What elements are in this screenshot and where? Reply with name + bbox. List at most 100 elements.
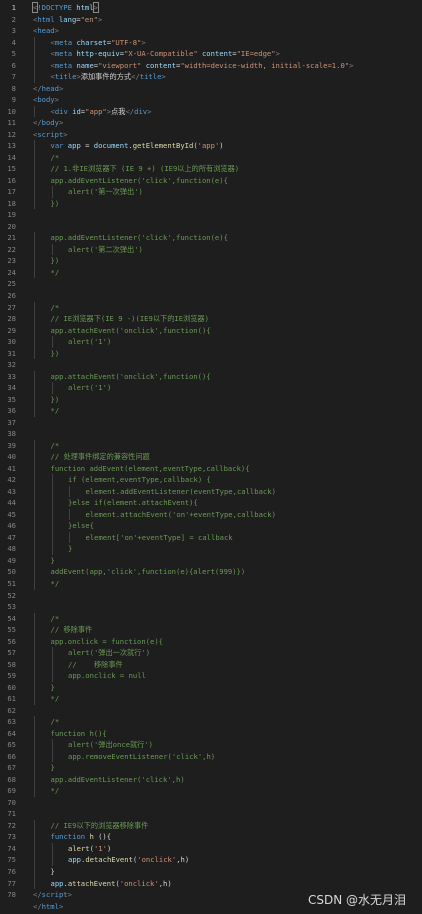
code-line[interactable]: 45 element.attachEvent('on'+eventType,cal…	[0, 508, 422, 521]
indent-guide	[51, 531, 53, 544]
code-editor[interactable]: 1 <!DOCTYPE html> 2 <html lang="en"> 3 <head>…	[0, 0, 422, 914]
code-line[interactable]: 54 /*	[0, 612, 422, 625]
code-line[interactable]: 57 alert('弹出一次就行')	[0, 647, 422, 659]
code-line[interactable]: 8 </head>	[0, 83, 422, 95]
code-line[interactable]: 34 alert('1')	[0, 382, 422, 394]
code-line[interactable]: 48}	[0, 543, 422, 555]
indent-guide	[51, 186, 53, 198]
code-line[interactable]: 36 */	[0, 405, 422, 417]
code-line[interactable]: 11 </body>	[0, 117, 422, 129]
code-line[interactable]: 27 /*	[0, 301, 422, 314]
code-line[interactable]: 74 alert('1')	[0, 842, 422, 855]
code-line[interactable]: 42 if (element,eventType,callback) {	[0, 474, 422, 486]
code-line[interactable]: 44}else if(element.attachEvent){	[0, 497, 422, 509]
code-line[interactable]: 38	[0, 428, 422, 440]
code-line[interactable]: 50 addEvent(app,'click',function(e){alert…	[0, 566, 422, 578]
code-line[interactable]: 21 app.addEventListener('click',function(…	[0, 232, 422, 244]
code-line[interactable]: 53	[0, 601, 422, 613]
code-line[interactable]: 22 alert('第二次弹出')	[0, 243, 422, 256]
code-token: var	[50, 141, 64, 151]
code-line[interactable]: 72 // IE9以下的浏览器移除事件	[0, 819, 422, 832]
code-line[interactable]: 18})	[0, 197, 422, 210]
code-line[interactable]: 56 app.onclick = function(e){	[0, 635, 422, 648]
code-line[interactable]: 25	[0, 278, 422, 290]
code-line[interactable]: 15 // 1.非IE浏览器下 (IE 9 +) (IE9以上的所有浏览器)	[0, 163, 422, 175]
code-line[interactable]: 30 alert('1')	[0, 336, 422, 348]
code-line[interactable]: 52	[0, 590, 422, 602]
line-number: 12	[7, 129, 16, 139]
code-token: </	[33, 83, 42, 93]
code-line[interactable]: 20	[0, 221, 422, 233]
code-line[interactable]: 68 app.addEventListener('click',h)	[0, 773, 422, 786]
code-line[interactable]: 32	[0, 359, 422, 371]
code-line[interactable]: 19	[0, 209, 422, 221]
indent-guide	[51, 474, 53, 486]
code-text: <div id="app">点我</div>	[51, 106, 152, 118]
code-line[interactable]: 31})	[0, 347, 422, 360]
code-line[interactable]: 37	[0, 417, 422, 429]
code-text: <meta http-equiv="X-UA-Compatible" conte…	[51, 48, 280, 60]
code-line[interactable]: 62	[0, 705, 422, 717]
code-line[interactable]: 51 */	[0, 578, 422, 590]
indent-guide	[34, 670, 35, 682]
code-line[interactable]: 67}	[0, 762, 422, 774]
code-line[interactable]: 23})	[0, 255, 422, 267]
code-token: }else{	[68, 521, 94, 531]
code-line[interactable]: 17 alert('第一次弹出')	[0, 186, 422, 198]
code-line[interactable]: 9 <body>	[0, 94, 422, 106]
code-line[interactable]: 66 app.removeEventListener('click',h)	[0, 750, 422, 763]
code-line[interactable]: 63 /*	[0, 716, 422, 728]
code-line[interactable]: 6 <meta name="viewport" content="width=de…	[0, 59, 422, 72]
code-line[interactable]: 3 <head>	[0, 25, 422, 37]
code-line[interactable]: 64 function h(){	[0, 727, 422, 740]
code-line[interactable]: 77 app.attachEvent('onclick',h)	[0, 877, 422, 890]
code-line[interactable]: 40 // 处理事件绑定的兼容性问题	[0, 451, 422, 463]
code-line[interactable]: 29 app.attachEvent('onclick',function(){	[0, 324, 422, 337]
code-line[interactable]: 58 // 移除事件	[0, 658, 422, 671]
code-token: >	[161, 72, 166, 82]
code-line[interactable]: 47 element['on'+eventType] = callback	[0, 531, 422, 544]
code-line[interactable]: 71	[0, 808, 422, 820]
code-line[interactable]: 43 element.addEventListener(eventType,cal…	[0, 485, 422, 498]
code-line[interactable]: 26	[0, 290, 422, 302]
code-line[interactable]: 10 <div id="app">点我</div>	[0, 105, 422, 118]
code-line[interactable]: 55 // 移除事件	[0, 624, 422, 636]
code-line[interactable]: 76}	[0, 866, 422, 878]
code-line[interactable]: 2 <html lang="en">	[0, 14, 422, 26]
code-line[interactable]: 61 */	[0, 693, 422, 705]
code-token: html	[71, 3, 94, 12]
code-line[interactable]: 69 */	[0, 785, 422, 797]
code-line[interactable]: 5 <meta http-equiv="X-UA-Compatible" cont…	[0, 48, 422, 60]
indent-guide	[34, 71, 35, 83]
code-line[interactable]: 4 <meta charset="UTF-8">	[0, 36, 422, 49]
indent-guide	[51, 658, 53, 671]
line-number: 34	[7, 383, 16, 393]
indent-guide	[34, 140, 35, 152]
code-line[interactable]: 14 /*	[0, 151, 422, 164]
code-line[interactable]: 59 app.onclick = null	[0, 670, 422, 682]
code-line[interactable]: 28 // IE浏览器下(IE 9 -)(IE9以下的IE浏览器)	[0, 313, 422, 325]
line-number: 27	[7, 302, 16, 312]
code-line[interactable]: 41 function addEvent(element,eventType,ca…	[0, 462, 422, 475]
code-line[interactable]: 39 /*	[0, 439, 422, 452]
code-line[interactable]: 70	[0, 797, 422, 809]
code-line[interactable]: 7 <title>添加事件的方式</title>	[0, 71, 422, 83]
code-line[interactable]: 12 <script>	[0, 129, 422, 141]
code-line[interactable]: 24 */	[0, 266, 422, 279]
code-line[interactable]: 1 <!DOCTYPE html>	[0, 2, 422, 14]
code-line[interactable]: 13 var app = document.getElementById('app…	[0, 140, 422, 152]
indent-guide	[69, 531, 70, 544]
code-line[interactable]: 75 app.detachEvent('onclick',h)	[0, 854, 422, 866]
code-line[interactable]: 16 app.addEventListener('click',function(…	[0, 174, 422, 187]
code-token: })	[50, 256, 60, 266]
code-line[interactable]: 46}else{	[0, 520, 422, 532]
line-number: 32	[7, 360, 16, 370]
code-text: app.removeEventListener('click',h)	[68, 751, 215, 763]
code-line[interactable]: 33 app.attachEvent('onclick',function(){	[0, 370, 422, 383]
code-line[interactable]: 60}	[0, 681, 422, 694]
code-line[interactable]: 65 alert('弹出once就行')	[0, 739, 422, 751]
code-line[interactable]: 35})	[0, 393, 422, 406]
code-line[interactable]: 49}	[0, 554, 422, 567]
line-number: 55	[7, 625, 16, 635]
code-line[interactable]: 73 function h (){	[0, 831, 422, 843]
